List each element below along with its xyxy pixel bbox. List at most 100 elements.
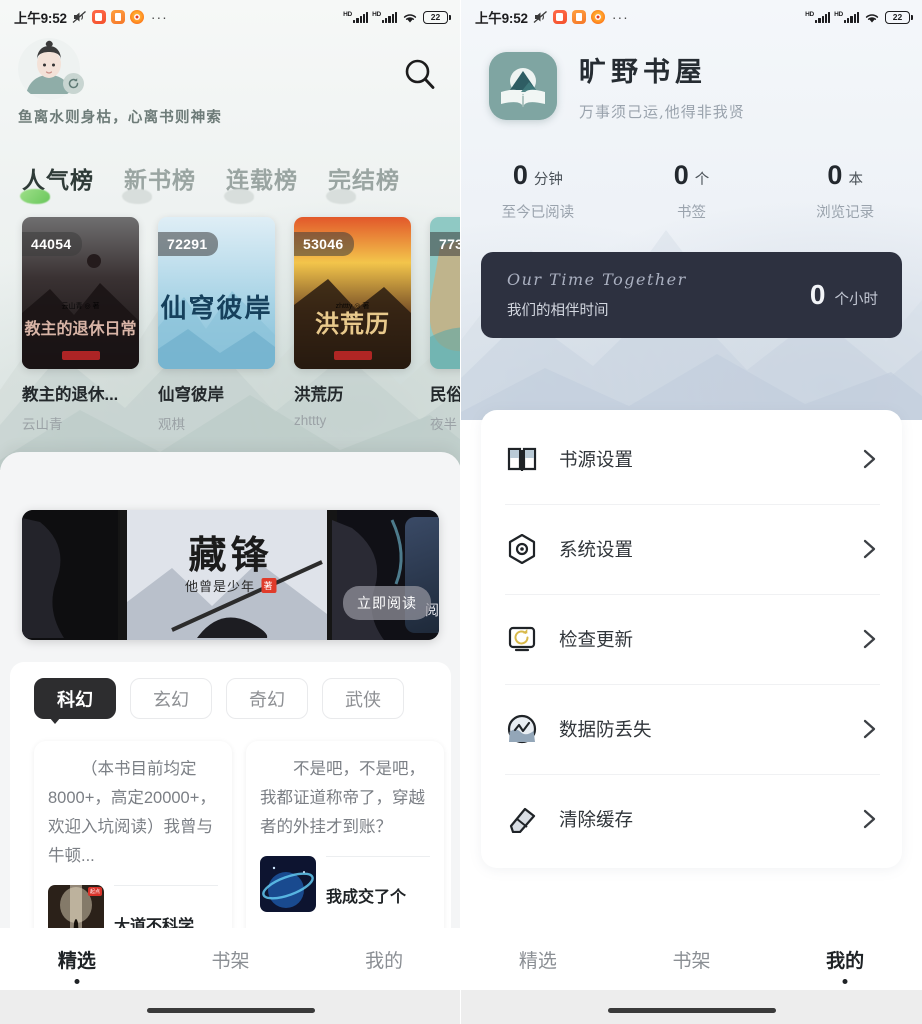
companion-time-card[interactable]: Our Time Together 我们的相伴时间 0 个小时 xyxy=(481,252,902,338)
ranked-book-list: 云山青 ◎ 著 教主的退休日常 44054 教主的退休... 云山青 仙穹彼岸 … xyxy=(0,195,460,433)
rank-tab-finished[interactable]: 完结榜 xyxy=(326,161,400,204)
menu-item-check-update[interactable]: 检查更新 xyxy=(481,594,902,684)
book-author: zhttty xyxy=(294,413,327,428)
eraser-icon xyxy=(505,802,539,836)
menu-item-data-backup[interactable]: 数据防丢失 xyxy=(481,684,902,774)
stat-reading-time[interactable]: 0 分钟 至今已阅读 xyxy=(461,160,615,222)
nav-label: 精选 xyxy=(57,949,96,972)
promo-banner[interactable]: 藏锋 他曾是少年 著 阅读 立即阅读 xyxy=(22,510,439,640)
rank-tab-popular[interactable]: 人气榜 xyxy=(20,161,94,204)
banner-subtitle: 他曾是少年 著 xyxy=(185,576,277,595)
bottom-navigation: 精选 书架 我的 xyxy=(461,928,922,1024)
app-name: 旷野书屋 xyxy=(579,57,707,88)
nav-item-mine[interactable]: 我的 xyxy=(307,946,460,973)
search-icon[interactable] xyxy=(398,52,442,96)
status-bar-right: HD HD 22 xyxy=(805,10,913,24)
rank-tabs: 人气榜 新书榜 连载榜 完结榜 xyxy=(20,161,460,204)
app-logo-icon xyxy=(489,52,557,120)
rank-tab-serial[interactable]: 连载榜 xyxy=(224,161,298,204)
refresh-icon[interactable] xyxy=(63,73,84,94)
chevron-right-icon xyxy=(858,628,880,650)
book-card[interactable]: zhttty ◎ 著 洪荒历 53046 洪荒历 zhttty xyxy=(294,217,411,433)
stat-label: 书签 xyxy=(677,205,706,221)
app-tagline: 万事须己运,他得非我贤 xyxy=(579,103,745,121)
stat-value-row: 0 分钟 xyxy=(461,160,615,191)
stat-bookmarks[interactable]: 0 个 书签 xyxy=(615,160,769,222)
app-icon-2 xyxy=(571,10,586,24)
book-author: 观棋 xyxy=(158,417,185,432)
stat-label: 至今已阅读 xyxy=(501,205,575,221)
book-title: 仙穹彼岸 xyxy=(158,386,224,404)
chip-label: 武侠 xyxy=(345,689,381,710)
companion-time-value-row: 0 个小时 xyxy=(810,279,878,311)
category-chip-list: 科幻 玄幻 奇幻 武侠 xyxy=(10,678,451,724)
menu-item-label: 书源设置 xyxy=(559,449,634,470)
avatar[interactable] xyxy=(18,38,84,100)
stat-value-row: 0 个 xyxy=(615,160,769,191)
chevron-right-icon xyxy=(858,538,880,560)
bottom-nav-items: 精选 书架 我的 xyxy=(461,928,922,990)
category-chip-fantasy[interactable]: 奇幻 xyxy=(226,678,308,719)
book-icon xyxy=(505,442,539,476)
book-card[interactable]: 仙穹彼岸 72291 仙穹彼岸 观棋 xyxy=(158,217,275,433)
nav-label: 书架 xyxy=(211,949,250,972)
book-card[interactable]: 773 民俗 夜半 xyxy=(430,217,460,433)
stat-history[interactable]: 0 本 浏览记录 xyxy=(768,160,922,222)
nav-label: 我的 xyxy=(826,949,865,972)
menu-item-label: 系统设置 xyxy=(559,539,634,560)
publisher-logo xyxy=(333,351,372,360)
home-indicator[interactable] xyxy=(146,1008,315,1013)
stat-value: 0 xyxy=(827,160,843,190)
rank-badge: 44054 xyxy=(22,232,83,256)
category-chip-xuanhuan[interactable]: 玄幻 xyxy=(130,678,212,719)
read-now-button[interactable]: 立即阅读 xyxy=(343,586,431,620)
app-icon-3 xyxy=(129,10,144,24)
battery-icon: 22 xyxy=(423,10,451,24)
category-chip-scifi[interactable]: 科幻 xyxy=(34,678,116,724)
nav-item-bookshelf[interactable]: 书架 xyxy=(615,946,769,973)
menu-item-label: 数据防丢失 xyxy=(559,719,652,740)
status-overflow-icon: ··· xyxy=(150,9,168,25)
nav-item-bookshelf[interactable]: 书架 xyxy=(154,946,308,973)
book-cover: 773 xyxy=(430,217,460,369)
rank-tab-new[interactable]: 新书榜 xyxy=(122,161,196,204)
stat-value: 0 xyxy=(673,160,689,190)
chevron-right-icon xyxy=(858,448,880,470)
nav-item-featured[interactable]: 精选 xyxy=(461,946,615,973)
cover-title: 洪荒历 xyxy=(315,309,390,338)
quote-book-row: 我成交了个 xyxy=(260,855,430,912)
menu-item-book-source[interactable]: 书源设置 xyxy=(481,414,902,504)
menu-item-clear-cache[interactable]: 清除缓存 xyxy=(481,774,902,864)
home-indicator-area xyxy=(0,990,460,1024)
nav-item-mine[interactable]: 我的 xyxy=(768,946,922,973)
app-icon-3 xyxy=(590,10,605,24)
status-bar: 上午9:52 ··· HD HD 22 xyxy=(461,0,922,34)
rank-badge: 773 xyxy=(430,232,460,256)
book-cover: 云山青 ◎ 著 教主的退休日常 44054 xyxy=(22,217,139,369)
bottom-nav-items: 精选 书架 我的 xyxy=(0,928,460,990)
chip-label: 科幻 xyxy=(57,689,93,710)
chevron-right-icon xyxy=(858,718,880,740)
nav-label: 书架 xyxy=(672,949,711,972)
right-phone-screen: 上午9:52 ··· HD HD 22 旷野书屋 万事须己运,他得非我贤 0 分… xyxy=(461,0,922,1024)
reading-stats: 0 分钟 至今已阅读 0 个 书签 0 本 浏览记录 xyxy=(461,160,922,222)
status-bar: 上午9:52 ··· HD HD 22 xyxy=(0,0,460,34)
status-overflow-icon: ··· xyxy=(611,9,629,25)
menu-item-system-settings[interactable]: 系统设置 xyxy=(481,504,902,594)
signal-bars-icon-1: HD xyxy=(343,11,369,23)
book-card[interactable]: 云山青 ◎ 著 教主的退休日常 44054 教主的退休... 云山青 xyxy=(22,217,139,433)
app-identity-text: 旷野书屋 万事须己运,他得非我贤 xyxy=(579,50,745,122)
nav-item-featured[interactable]: 精选 xyxy=(0,946,154,973)
slogan-text: 鱼离水则身枯，心离书则神索 xyxy=(18,109,223,126)
publisher-logo xyxy=(61,351,100,360)
nav-label: 我的 xyxy=(365,949,404,972)
app-icon-1 xyxy=(91,10,106,24)
status-bar-right: HD HD 22 xyxy=(343,10,451,24)
category-chip-wuxia[interactable]: 武侠 xyxy=(322,678,404,719)
companion-time-text: Our Time Together 我们的相伴时间 xyxy=(507,270,687,320)
home-indicator[interactable] xyxy=(607,1008,776,1013)
book-title: 洪荒历 xyxy=(294,386,344,404)
companion-time-value: 0 xyxy=(809,279,826,310)
signal-bars-icon-2: HD xyxy=(834,11,859,23)
quote-text: （本书目前均定8000+，高定20000+，欢迎入坑阅读）我曾与牛顿... xyxy=(48,760,216,865)
